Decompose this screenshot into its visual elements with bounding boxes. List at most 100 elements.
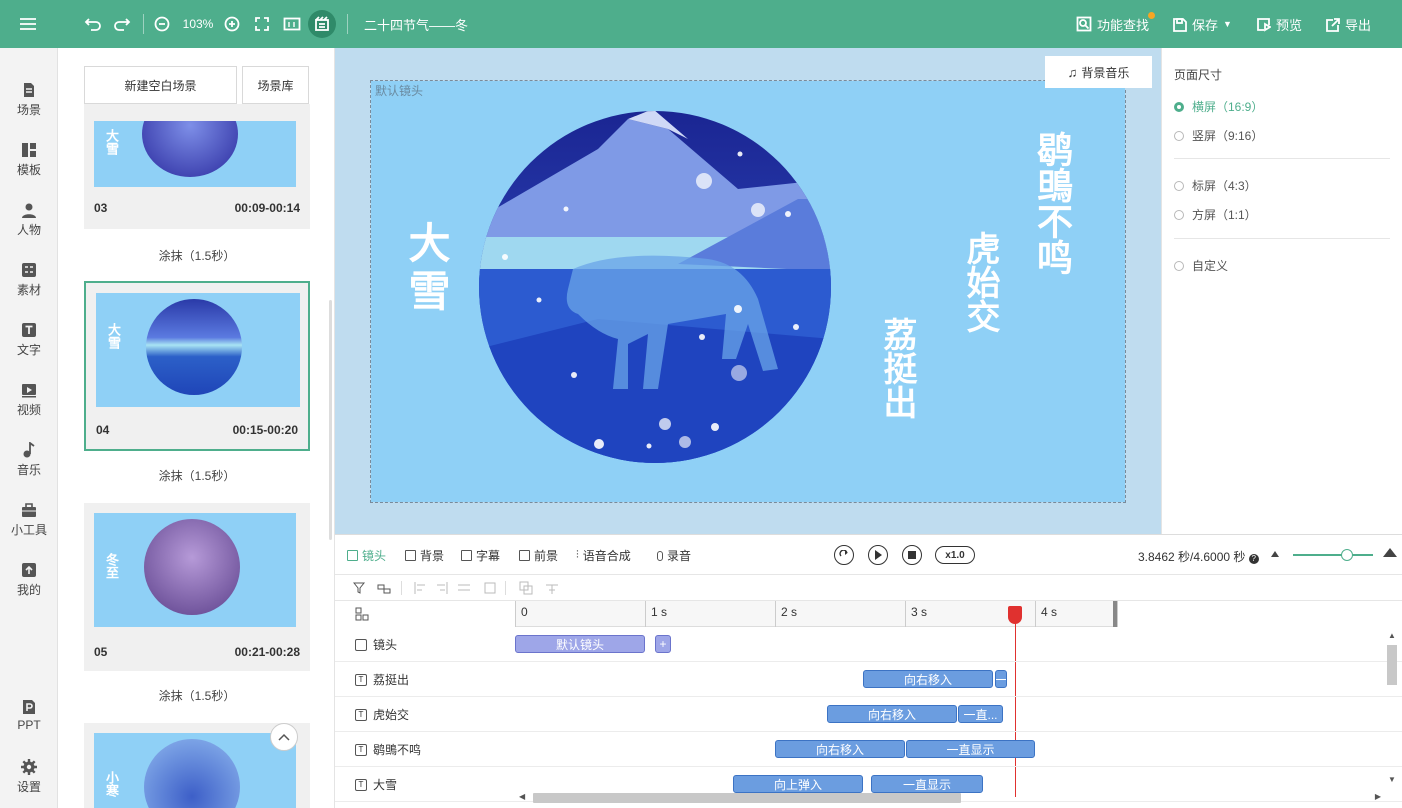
scroll-thumb[interactable] <box>1387 645 1397 685</box>
timeline-horizontal-scrollbar[interactable]: ◀ ▶ <box>515 791 1385 805</box>
add-lens-button[interactable]: + <box>655 635 671 653</box>
tab-lens[interactable]: 镜头 <box>347 547 386 564</box>
nav-item-text[interactable]: 文字 <box>0 322 58 358</box>
nav-item-settings[interactable]: 设置 <box>0 759 58 795</box>
animation-block[interactable]: 向右移入 <box>863 670 993 688</box>
replay-button[interactable] <box>834 545 854 565</box>
timeline-track[interactable]: T 荔挺出 向右移入一 <box>335 662 1402 697</box>
camera-mode-icon[interactable] <box>308 0 336 48</box>
tab-subtitle[interactable]: 字幕 <box>461 547 500 564</box>
background-music-button[interactable]: ♫ 背景音乐 <box>1045 56 1152 88</box>
poem-text-3[interactable]: 荔挺出 <box>877 317 917 419</box>
arrow-up-icon[interactable]: ▲ <box>1388 631 1396 640</box>
split-icon[interactable] <box>545 581 559 595</box>
group-icon[interactable] <box>483 581 497 595</box>
animation-block[interactable]: 向右移入 <box>827 705 957 723</box>
arrow-right-icon[interactable]: ▶ <box>1375 792 1381 801</box>
track-label[interactable]: T 荔挺出 <box>355 662 409 697</box>
track-name: 大雪 <box>373 778 398 792</box>
stage-canvas[interactable]: 默认镜头 大雪 鹖鴠不鸣 虎始交 荔挺出 <box>370 80 1126 503</box>
page-size-option-9-16[interactable]: 竖屏（9:16） <box>1174 127 1263 144</box>
track-label[interactable]: T 大雪 <box>355 767 397 802</box>
playback-speed-button[interactable]: x1.0 <box>935 546 975 564</box>
scene-card-04[interactable]: 大雪 04 00:15-00:20 <box>84 281 310 451</box>
slider-thumb[interactable] <box>1341 549 1353 561</box>
track-label[interactable]: T 鹖鴠不鸣 <box>355 732 421 767</box>
arrow-down-icon[interactable]: ▼ <box>1388 775 1396 784</box>
poem-text-1[interactable]: 鹖鴠不鸣 <box>1031 131 1073 311</box>
help-icon[interactable]: ? <box>1248 554 1259 564</box>
redo-icon[interactable] <box>111 0 133 48</box>
scene-card-05[interactable]: 冬至 05 00:21-00:28 <box>84 503 310 671</box>
page-size-option-4-3[interactable]: 标屏（4:3） <box>1174 177 1257 194</box>
scroll-top-button[interactable] <box>270 723 298 751</box>
page-size-option-1-1[interactable]: 方屏（1:1） <box>1174 206 1257 223</box>
nav-item-mine[interactable]: 我的 <box>0 562 58 598</box>
timeline-track[interactable]: 镜头 默认镜头 + <box>335 627 1402 662</box>
timeline-zoom-slider[interactable] <box>1293 549 1373 561</box>
undo-icon[interactable] <box>82 0 104 48</box>
timeline-track[interactable]: T 虎始交 向右移入 一直... <box>335 697 1402 732</box>
text-icon: T <box>355 673 367 686</box>
nav-item-music[interactable]: 音乐 <box>0 442 58 478</box>
zoom-in-mountain-icon[interactable] <box>1383 548 1397 557</box>
align-left-icon[interactable] <box>413 581 427 595</box>
scene-transition[interactable]: 涂抹（1.5秒） <box>84 687 310 704</box>
timeline-vertical-scrollbar[interactable]: ▲ ▼ <box>1385 631 1399 799</box>
scroll-thumb[interactable] <box>533 793 961 803</box>
timeline-track[interactable]: T 鹖鴠不鸣 向右移入 一直显示 <box>335 732 1402 767</box>
page-size-option-16-9[interactable]: 横屏（16:9） <box>1174 98 1263 115</box>
scene-transition[interactable]: 涂抹（1.5秒） <box>84 247 310 264</box>
scene-transition[interactable]: 涂抹（1.5秒） <box>84 467 310 484</box>
distribute-icon[interactable] <box>457 581 471 595</box>
time-ruler[interactable]: 0 1 s 2 s 3 s 4 s <box>515 601 1402 627</box>
scene-title-text[interactable]: 大雪 <box>396 221 457 317</box>
feature-search-button[interactable]: 功能查找 <box>1076 0 1156 48</box>
option-label: 方屏（1:1） <box>1192 208 1257 222</box>
tab-record[interactable]: 录音 <box>657 547 691 564</box>
zoom-out-mountain-icon[interactable] <box>1271 551 1279 557</box>
page-size-option-custom[interactable]: 自定义 <box>1174 257 1228 274</box>
nav-item-material[interactable]: 素材 <box>0 262 58 298</box>
nav-item-scene[interactable]: 场景 <box>0 82 58 118</box>
animation-block[interactable]: 一直... <box>958 705 1003 723</box>
export-icon <box>1326 17 1340 32</box>
poem-text-2[interactable]: 虎始交 <box>960 231 1000 333</box>
animation-block[interactable]: 默认镜头 <box>515 635 645 653</box>
track-label[interactable]: 镜头 <box>355 627 397 662</box>
track-label[interactable]: T 虎始交 <box>355 697 409 732</box>
play-button[interactable] <box>868 545 888 565</box>
save-button[interactable]: 保存 ▼ <box>1172 0 1232 48</box>
align-right-icon[interactable] <box>435 581 449 595</box>
zoom-out-icon[interactable] <box>152 0 172 48</box>
tab-background[interactable]: 背景 <box>405 547 444 564</box>
nav-item-ppt[interactable]: PPT <box>0 699 58 732</box>
copy-track-icon[interactable] <box>519 581 533 595</box>
nav-item-character[interactable]: 人物 <box>0 202 58 238</box>
animation-block[interactable]: 向右移入 <box>775 740 905 758</box>
animation-block[interactable]: 一直显示 <box>906 740 1035 758</box>
document-title[interactable]: 二十四节气——冬 <box>364 0 468 48</box>
nav-label: 人物 <box>16 223 41 237</box>
stop-button[interactable] <box>902 545 922 565</box>
layer-icon[interactable] <box>377 581 391 595</box>
preview-button[interactable]: 预览 <box>1256 0 1302 48</box>
new-blank-scene-button[interactable]: 新建空白场景 <box>84 66 237 104</box>
menu-icon[interactable] <box>14 0 42 48</box>
nav-item-template[interactable]: 模板 <box>0 142 58 178</box>
arrow-left-icon[interactable]: ◀ <box>519 792 525 801</box>
fullscreen-icon[interactable] <box>252 0 272 48</box>
animation-block[interactable]: 一 <box>995 670 1007 688</box>
tab-foreground[interactable]: 前景 <box>519 547 558 564</box>
track-grid-icon[interactable] <box>355 607 369 621</box>
scene-panel-scrollbar[interactable] <box>329 300 332 540</box>
tab-tts[interactable]: ⫶ 语音合成 <box>576 547 631 564</box>
nav-item-tools[interactable]: 小工具 <box>0 502 58 538</box>
nav-item-video[interactable]: 视频 <box>0 382 58 418</box>
filter-icon[interactable] <box>353 581 367 595</box>
export-button[interactable]: 导出 <box>1325 0 1371 48</box>
zoom-in-icon[interactable] <box>222 0 242 48</box>
scene-card-03[interactable]: 大雪 03 00:09-00:14 <box>84 104 310 229</box>
actual-size-icon[interactable] <box>282 0 302 48</box>
scene-library-button[interactable]: 场景库 <box>242 66 309 104</box>
